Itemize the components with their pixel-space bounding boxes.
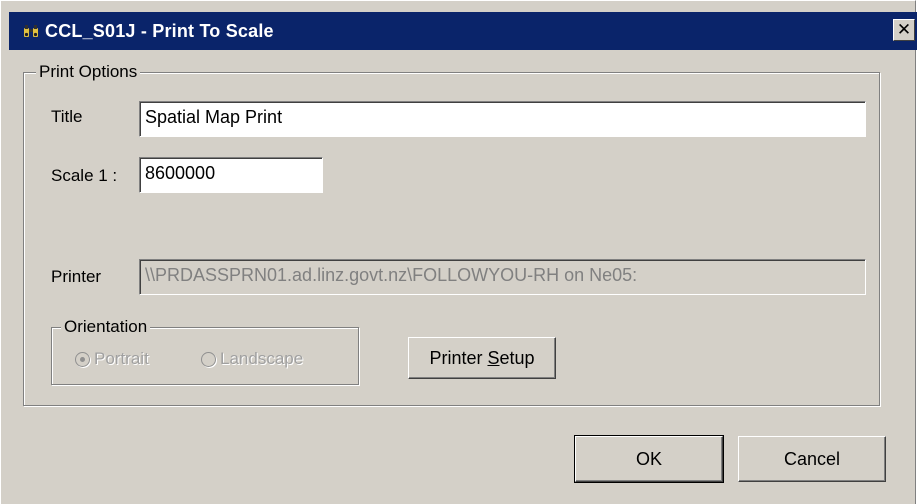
cancel-button[interactable]: Cancel bbox=[738, 436, 886, 482]
print-to-scale-dialog: CCL_S01J - Print To Scale ✕ Print Option… bbox=[0, 0, 917, 504]
window-title: CCL_S01J - Print To Scale bbox=[45, 21, 274, 41]
portrait-radio[interactable]: Portrait bbox=[75, 349, 149, 369]
printer-setup-button[interactable]: Printer Setup bbox=[408, 337, 556, 379]
title-label: Title bbox=[51, 107, 83, 126]
title-bar[interactable]: CCL_S01J - Print To Scale ✕ bbox=[9, 12, 917, 50]
radio-unchecked-icon bbox=[201, 352, 216, 367]
portrait-label: Portrait bbox=[94, 349, 149, 368]
print-options-legend: Print Options bbox=[36, 62, 141, 82]
orientation-legend: Orientation bbox=[61, 317, 151, 337]
landscape-label: Landscape bbox=[220, 349, 304, 368]
binoculars-icon bbox=[24, 25, 38, 37]
ok-button[interactable]: OK bbox=[574, 435, 724, 483]
printer-label: Printer bbox=[51, 267, 102, 286]
scale-label: Scale 1 : bbox=[51, 166, 118, 185]
radio-checked-icon bbox=[75, 352, 90, 367]
printer-setup-label: Printer Setup bbox=[429, 348, 535, 368]
close-icon: ✕ bbox=[896, 20, 912, 39]
landscape-radio[interactable]: Landscape bbox=[201, 349, 303, 369]
printer-field: \\PRDASSPRN01.ad.linz.govt.nz\FOLLOWYOU-… bbox=[139, 259, 866, 295]
ok-label: OK bbox=[635, 449, 662, 469]
title-input[interactable]: Spatial Map Print bbox=[139, 101, 866, 137]
close-button[interactable]: ✕ bbox=[893, 19, 915, 41]
scale-input[interactable]: 8600000 bbox=[139, 157, 323, 193]
cancel-label: Cancel bbox=[783, 449, 841, 469]
